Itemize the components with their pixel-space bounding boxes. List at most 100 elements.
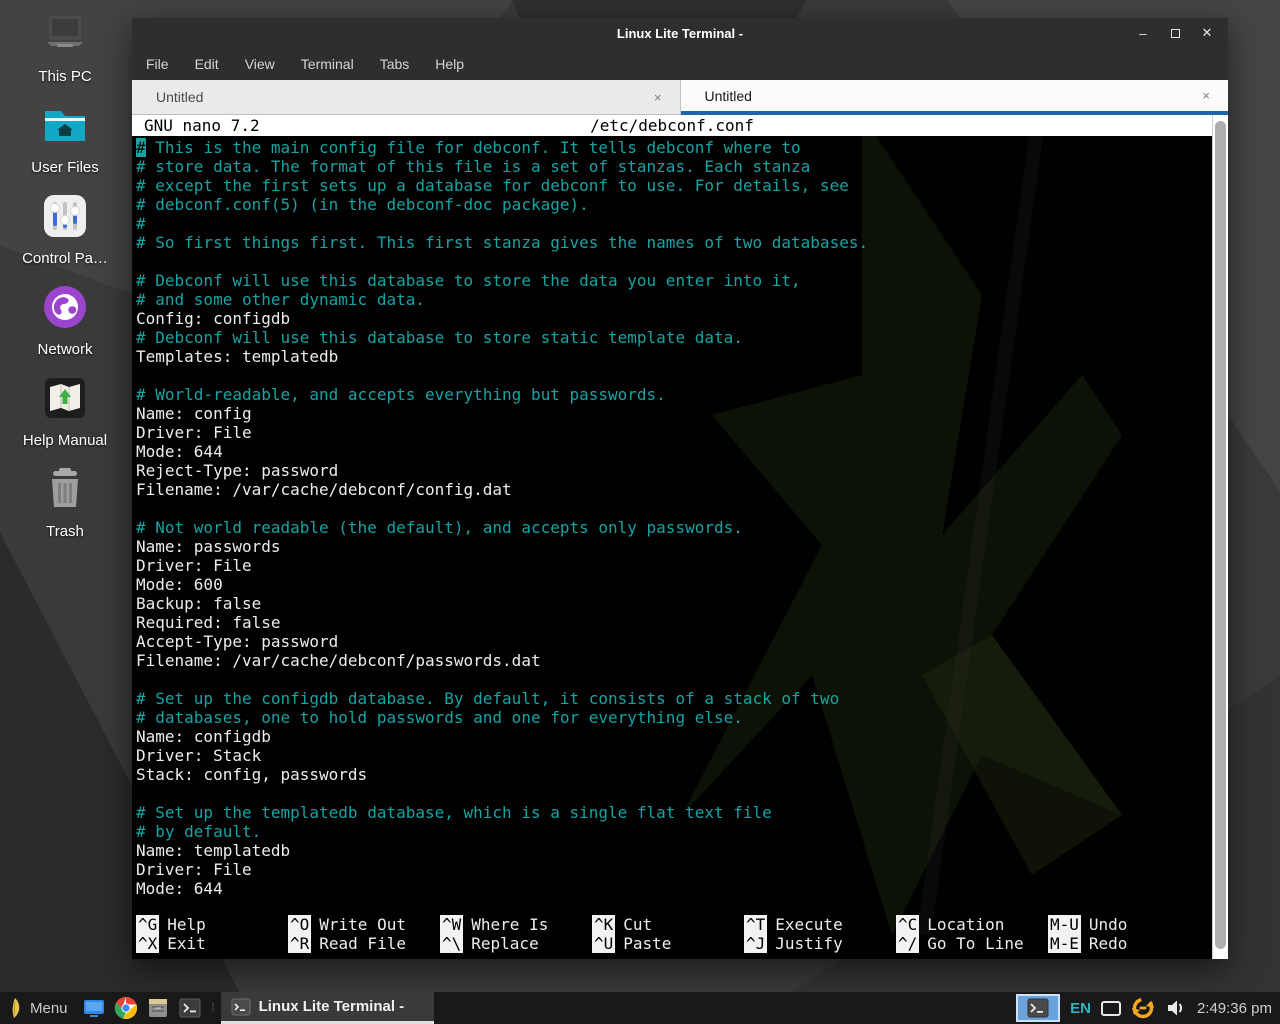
desktop-icon-label: Trash: [46, 523, 84, 540]
editor-line: # Debconf will use this database to stor…: [136, 271, 1208, 290]
terminal-window: Linux Lite Terminal - – ✕ File Edit View Te…: [132, 18, 1228, 959]
editor-line: Name: configdb: [136, 727, 1208, 746]
chrome-icon[interactable]: [114, 996, 138, 1020]
close-button[interactable]: ✕: [1200, 26, 1214, 40]
maximize-button[interactable]: [1168, 26, 1182, 40]
nano-filename: /etc/debconf.conf: [132, 115, 1212, 136]
editor-line: # Set up the templatedb database, which …: [136, 803, 1208, 822]
menu-item-help[interactable]: Help: [435, 56, 464, 72]
editor-line: #: [136, 214, 1208, 233]
menu-item-view[interactable]: View: [245, 56, 275, 72]
editor-line: Mode: 644: [136, 879, 1208, 898]
updates-icon[interactable]: [1131, 996, 1155, 1020]
editor-line: Required: false: [136, 613, 1208, 632]
terminal-scrollbar[interactable]: [1212, 115, 1228, 959]
editor-line: # So first things first. This first stan…: [136, 233, 1208, 252]
shortcut-replace: ^\Replace: [440, 934, 592, 953]
keyboard-layout-icon[interactable]: [1101, 1001, 1121, 1016]
editor-line: Stack: config, passwords: [136, 765, 1208, 784]
shortcut-key: ^/: [896, 934, 919, 953]
editor-line: [136, 784, 1208, 803]
shortcut-label: Where Is: [471, 915, 548, 934]
shortcut-column: ^TExecute^JJustify: [744, 915, 896, 953]
desktop-icon-control-pa[interactable]: Control Pa…: [5, 190, 125, 267]
menu-item-edit[interactable]: Edit: [195, 56, 219, 72]
menu-item-terminal[interactable]: Terminal: [301, 56, 354, 72]
editor-line: [136, 670, 1208, 689]
nano-editor-text[interactable]: # This is the main config file for debco…: [132, 136, 1212, 915]
taskbar: Menu ⁞ Linux Lite Terminal - EN: [0, 992, 1280, 1024]
shortcut-column: ^KCut^U Paste: [592, 915, 744, 953]
shortcut-location: ^C Location: [896, 915, 1048, 934]
shortcut-label: Redo: [1089, 934, 1128, 953]
file-manager-icon[interactable]: [146, 996, 170, 1020]
user-files-icon: [39, 99, 91, 151]
desktop-icon-help-manual[interactable]: Help Manual: [5, 372, 125, 449]
window-titlebar[interactable]: Linux Lite Terminal - – ✕: [132, 18, 1228, 48]
shortcut-key: ^X: [136, 934, 159, 953]
editor-line: # and some other dynamic data.: [136, 290, 1208, 309]
desktop-icon-network[interactable]: Network: [5, 281, 125, 358]
tab-close-icon[interactable]: ×: [1198, 88, 1214, 103]
shortcut-column: ^CLocation^/Go To Line: [896, 915, 1048, 953]
editor-line: [136, 499, 1208, 518]
shortcut-read-file: ^R Read File: [288, 934, 440, 953]
taskbar-separator: ⁞: [212, 1002, 215, 1014]
system-tray: EN 2:49:36 pm: [1016, 992, 1280, 1024]
shortcut-key: ^W: [440, 915, 463, 934]
terminal-screen[interactable]: GNU nano 7.2 /etc/debconf.conf # This is…: [132, 115, 1212, 959]
taskbar-window-label: Linux Lite Terminal -: [259, 998, 405, 1015]
editor-line: Name: passwords: [136, 537, 1208, 556]
linux-lite-logo-icon: [6, 997, 24, 1019]
shortcut-write-out: ^OWrite Out: [288, 915, 440, 934]
desktop-icon-trash[interactable]: Trash: [5, 463, 125, 540]
trash-icon: [39, 463, 91, 515]
shortcut-undo: M-UUndo: [1048, 915, 1200, 934]
editor-line: # Set up the configdb database. By defau…: [136, 689, 1208, 708]
desktop-icon-this-pc[interactable]: This PC: [5, 8, 125, 85]
shortcut-label: Location: [927, 915, 1004, 934]
editor-line: # by default.: [136, 822, 1208, 841]
desktop-icon-label: Control Pa…: [22, 250, 108, 267]
shortcut-paste: ^U Paste: [592, 934, 744, 953]
tab-label: Untitled: [156, 89, 650, 105]
shortcut-label: Paste: [623, 934, 671, 953]
editor-line: # store data. The format of this file is…: [136, 157, 1208, 176]
shortcut-label: Cut: [623, 915, 652, 934]
desktop-icon-user-files[interactable]: User Files: [5, 99, 125, 176]
desktop-icon-label: Help Manual: [23, 432, 107, 449]
shortcut-key: ^C: [896, 915, 919, 934]
tab-1[interactable]: Untitled×: [132, 80, 681, 115]
shortcut-key: ^U: [592, 934, 615, 953]
shortcut-key: ^G: [136, 915, 159, 934]
volume-icon[interactable]: [1165, 997, 1187, 1019]
tab-close-icon[interactable]: ×: [650, 90, 666, 105]
shortcut-key: ^\: [440, 934, 463, 953]
editor-line: [136, 366, 1208, 385]
menu-item-tabs[interactable]: Tabs: [380, 56, 410, 72]
display-icon[interactable]: [82, 996, 106, 1020]
keyboard-language-indicator[interactable]: EN: [1070, 1000, 1091, 1017]
nano-titlebar: GNU nano 7.2 /etc/debconf.conf: [132, 115, 1212, 136]
editor-line: Config: configdb: [136, 309, 1208, 328]
scrollbar-thumb[interactable]: [1215, 121, 1226, 949]
shortcut-where-is: ^W Where Is: [440, 915, 592, 934]
shortcut-label: Read File: [319, 934, 406, 953]
tray-terminal-icon[interactable]: [1016, 994, 1060, 1022]
editor-line: # databases, one to hold passwords and o…: [136, 708, 1208, 727]
editor-line: Driver: File: [136, 556, 1208, 575]
terminal-area: GNU nano 7.2 /etc/debconf.conf # This is…: [132, 115, 1228, 959]
minimize-button[interactable]: –: [1136, 26, 1150, 40]
shortcut-cut: ^KCut: [592, 915, 744, 934]
shortcut-label: Justify: [775, 934, 842, 953]
start-menu-button[interactable]: Menu: [0, 992, 78, 1024]
clock[interactable]: 2:49:36 pm: [1197, 1000, 1272, 1017]
editor-line: # Not world readable (the default), and …: [136, 518, 1208, 537]
shortcut-key: ^R: [288, 934, 311, 953]
tab-2-active[interactable]: Untitled×: [681, 80, 1229, 115]
terminal-icon[interactable]: [178, 996, 202, 1020]
taskbar-window-button[interactable]: Linux Lite Terminal -: [221, 992, 435, 1024]
menu-item-file[interactable]: File: [146, 56, 169, 72]
desktop-icon-label: Network: [37, 341, 92, 358]
editor-line: # World-readable, and accepts everything…: [136, 385, 1208, 404]
